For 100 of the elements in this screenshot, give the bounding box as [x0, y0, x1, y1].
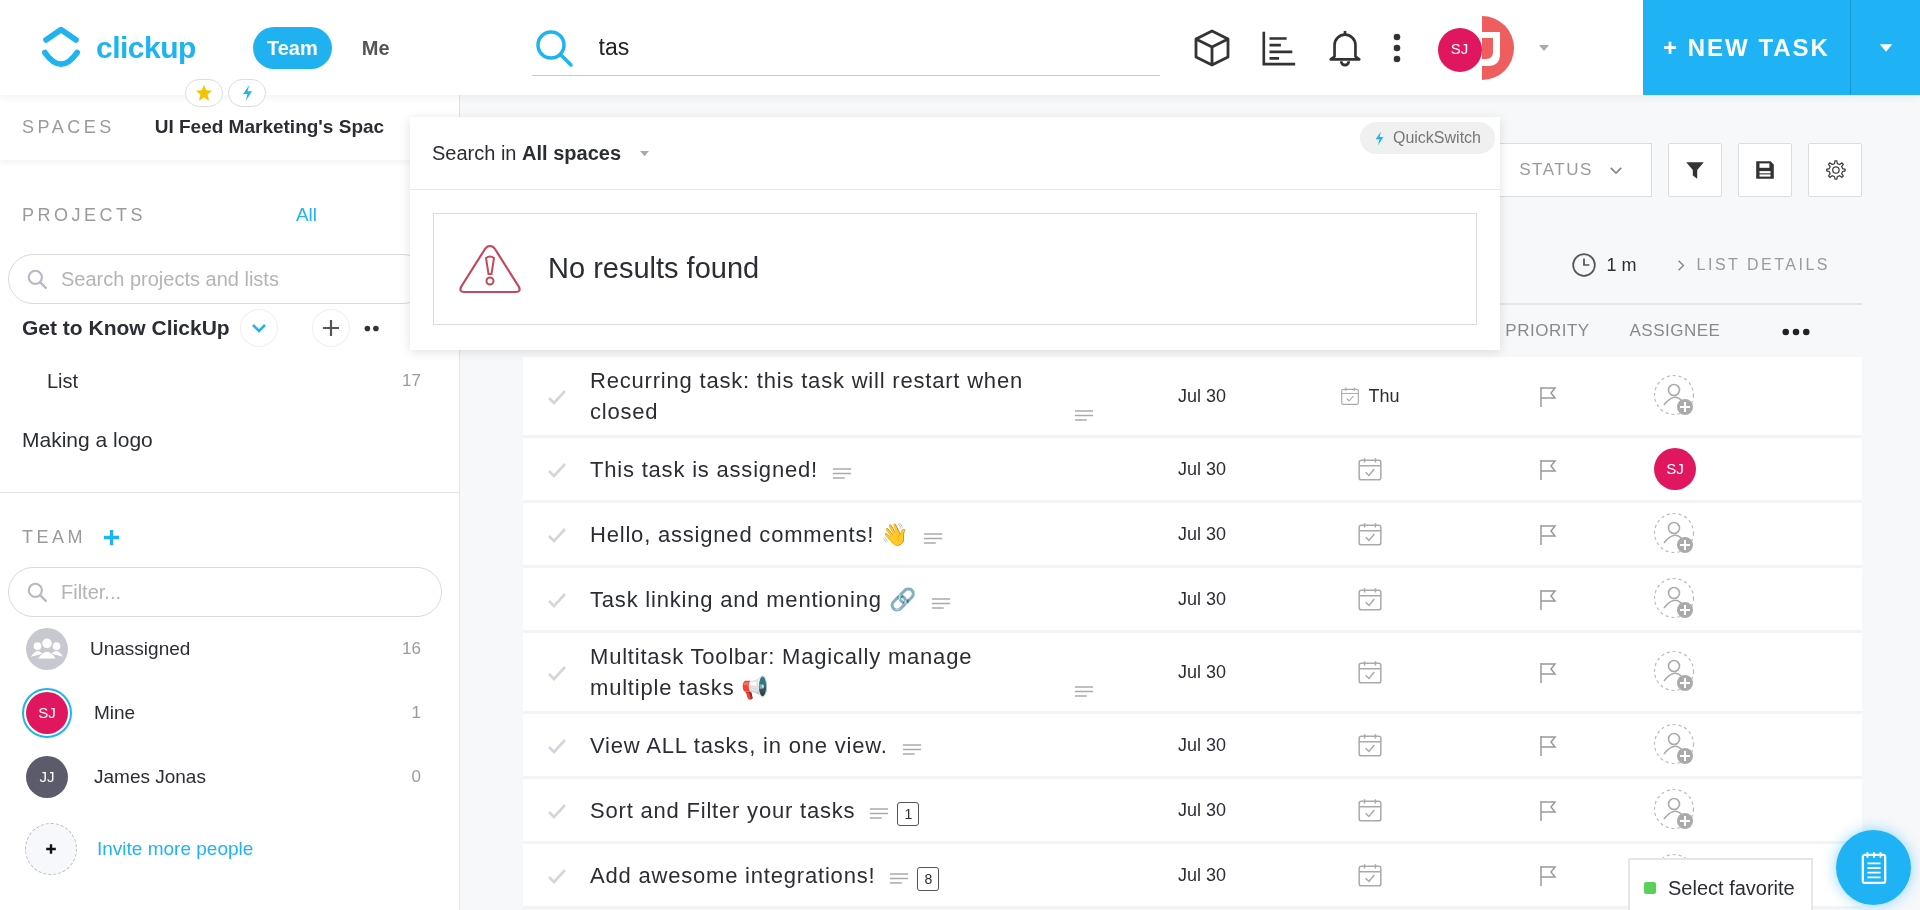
task-title[interactable]: This task is assigned! — [590, 453, 818, 485]
settings-button[interactable] — [1808, 143, 1862, 197]
calendar-icon[interactable] — [1357, 456, 1383, 482]
checkmark-icon[interactable] — [546, 737, 567, 754]
date-cell-text: Jul 30 — [1177, 661, 1227, 682]
task-title[interactable]: Task linking and mentioning 🔗 — [590, 583, 917, 615]
task-count: 16 — [402, 638, 421, 661]
search-field[interactable]: tas — [531, 19, 1160, 76]
flag-icon[interactable] — [1537, 588, 1558, 611]
task-title[interactable]: Add awesome integrations! — [590, 859, 876, 891]
empty-message: No results found — [548, 251, 760, 287]
checkmark-icon[interactable] — [546, 591, 567, 608]
calendar-icon[interactable] — [1357, 732, 1383, 758]
search-scope[interactable]: Search in All spaces — [432, 138, 621, 168]
chevron-right-icon — [1676, 258, 1685, 272]
calendar-icon[interactable] — [1340, 386, 1361, 406]
subtask-count: 1 — [897, 801, 920, 826]
caret-icon[interactable] — [1537, 43, 1550, 52]
date-cell-text: Jul 30 — [1177, 588, 1227, 609]
column-header: PRIORITY — [1505, 321, 1590, 341]
calendar-icon[interactable] — [1357, 521, 1383, 547]
add-assignee-icon[interactable] — [1653, 512, 1697, 556]
flag-icon[interactable] — [1537, 661, 1558, 684]
task-count: 17 — [402, 370, 421, 393]
group-icon — [26, 628, 68, 670]
task-title[interactable]: Sort and Filter your tasks — [590, 794, 856, 826]
subtask-count: 8 — [917, 866, 940, 891]
space-name[interactable]: UI Feed Marketing's Spac — [154, 113, 385, 142]
task-count: 1 — [411, 702, 421, 725]
notepad-icon — [1859, 850, 1888, 885]
flag-icon[interactable] — [1537, 864, 1558, 887]
workspace-tab[interactable]: Me — [347, 26, 404, 69]
filter-button[interactable] — [1668, 143, 1722, 197]
warning-icon — [458, 243, 522, 295]
save-button[interactable] — [1738, 143, 1792, 197]
more-icon[interactable] — [1782, 327, 1810, 336]
add-assignee-icon[interactable] — [1653, 650, 1697, 694]
floppy-icon — [1754, 159, 1776, 181]
task-title[interactable]: View ALL tasks, in one view. — [590, 729, 888, 761]
flag-icon[interactable] — [1537, 458, 1558, 481]
checkmark-icon[interactable] — [546, 802, 567, 819]
funnel-icon — [1684, 159, 1706, 181]
date-cell-text: Jul 30 — [1177, 523, 1227, 544]
task-title[interactable]: Hello, assigned comments! 👋 — [590, 518, 909, 550]
flag-icon[interactable] — [1537, 523, 1558, 546]
favorites-label[interactable]: Select favorite — [1668, 873, 1795, 903]
expand-button[interactable] — [239, 309, 278, 347]
description-icon — [922, 531, 943, 545]
description-icon — [901, 742, 922, 756]
project-name[interactable]: Get to Know ClickUp — [22, 312, 230, 344]
add-assignee-icon[interactable] — [1653, 374, 1697, 418]
flag-icon[interactable] — [1537, 385, 1558, 408]
plus-icon — [320, 318, 341, 338]
description-icon — [869, 807, 890, 820]
favorites-popup[interactable]: Select favorite — [1628, 858, 1813, 910]
time-estimate: 1 m — [1606, 253, 1637, 277]
flag-icon[interactable] — [1537, 734, 1558, 757]
date-cell-text: Jul 30 — [1177, 458, 1227, 479]
calendar-icon[interactable] — [1357, 659, 1383, 685]
member-name[interactable]: Mine — [94, 698, 136, 728]
gear-icon — [1824, 159, 1846, 181]
add-assignee-icon[interactable] — [1653, 577, 1697, 621]
list-name[interactable]: List — [47, 366, 79, 396]
add-icon[interactable] — [102, 527, 121, 547]
filter-field[interactable]: Filter... — [8, 567, 442, 617]
calendar-icon[interactable] — [1357, 586, 1383, 612]
checkmark-icon[interactable] — [546, 664, 567, 681]
date-cell-text: Jul 30 — [1177, 799, 1227, 820]
add-button[interactable] — [311, 309, 350, 347]
member-avatar[interactable]: SJ — [22, 688, 72, 738]
section-label: PROJECTS — [22, 203, 146, 227]
checkmark-icon[interactable] — [546, 461, 567, 478]
chevron-down-icon — [1608, 166, 1623, 176]
section-label: TEAM — [22, 525, 86, 549]
chevron-down-icon — [250, 323, 267, 333]
due-date: Thu — [1368, 384, 1400, 408]
invite-button[interactable] — [25, 823, 77, 875]
add-assignee-icon[interactable] — [1653, 723, 1697, 767]
checkmark-icon[interactable] — [546, 388, 567, 405]
project-name[interactable]: Making a logo — [22, 424, 153, 456]
more-icon[interactable] — [1391, 32, 1402, 63]
checkmark-icon[interactable] — [546, 526, 567, 543]
task-title[interactable]: Recurring task: this task will restart when closed — [590, 365, 1060, 427]
more-icon[interactable] — [363, 324, 381, 332]
search-icon — [26, 581, 48, 603]
task-title[interactable]: Multitask Toolbar: Magically manage multiple tasks 📢 — [590, 641, 1060, 703]
member-name[interactable]: Unassigned — [90, 634, 191, 664]
search-icon — [533, 27, 574, 68]
flag-icon[interactable] — [1537, 799, 1558, 822]
quickswitch-button[interactable]: QuickSwitch — [1359, 122, 1495, 154]
checkmark-icon[interactable] — [546, 867, 567, 884]
user-avatar[interactable]: SJ — [1437, 27, 1482, 72]
calendar-icon[interactable] — [1357, 862, 1383, 888]
member-name[interactable]: James Jonas — [94, 762, 206, 792]
caret-icon[interactable] — [639, 149, 650, 157]
add-assignee-icon[interactable] — [1653, 788, 1697, 832]
calendar-icon[interactable] — [1357, 797, 1383, 823]
task-count: 0 — [411, 766, 421, 789]
assignee-avatar[interactable]: SJ — [1654, 448, 1696, 490]
description-icon — [831, 466, 852, 480]
